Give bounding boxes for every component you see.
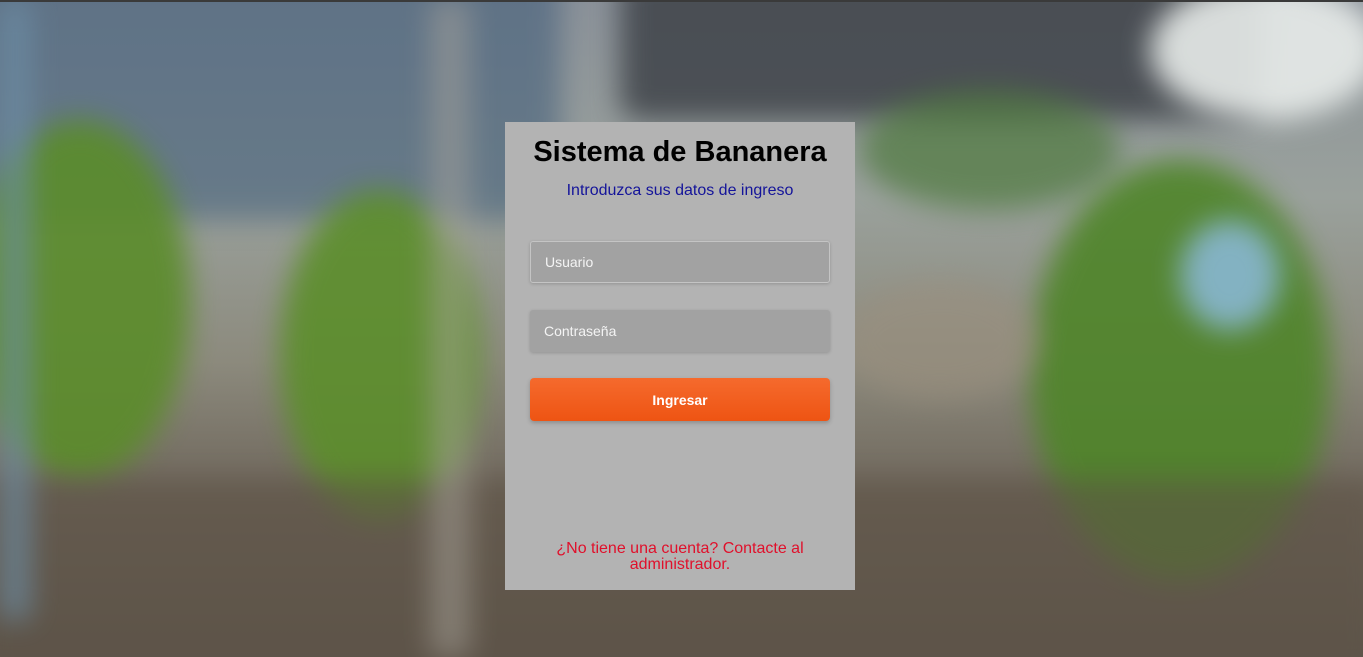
login-card: Sistema de Bananera Introduzca sus datos… bbox=[505, 122, 855, 590]
top-border bbox=[0, 0, 1363, 2]
login-subtitle: Introduzca sus datos de ingreso bbox=[566, 182, 794, 199]
contact-admin-line1: ¿No tiene una cuenta? Contacte al bbox=[556, 540, 804, 557]
password-input[interactable] bbox=[530, 310, 830, 352]
login-button[interactable]: Ingresar bbox=[530, 378, 830, 421]
contact-admin-link[interactable]: ¿No tiene una cuenta? Contacte al admini… bbox=[556, 540, 803, 573]
contact-admin-note: ¿No tiene una cuenta? Contacte al admini… bbox=[505, 541, 855, 573]
page-title: Sistema de Bananera bbox=[533, 136, 827, 168]
contact-admin-line2: administrador. bbox=[629, 556, 731, 573]
username-input[interactable] bbox=[530, 241, 830, 283]
